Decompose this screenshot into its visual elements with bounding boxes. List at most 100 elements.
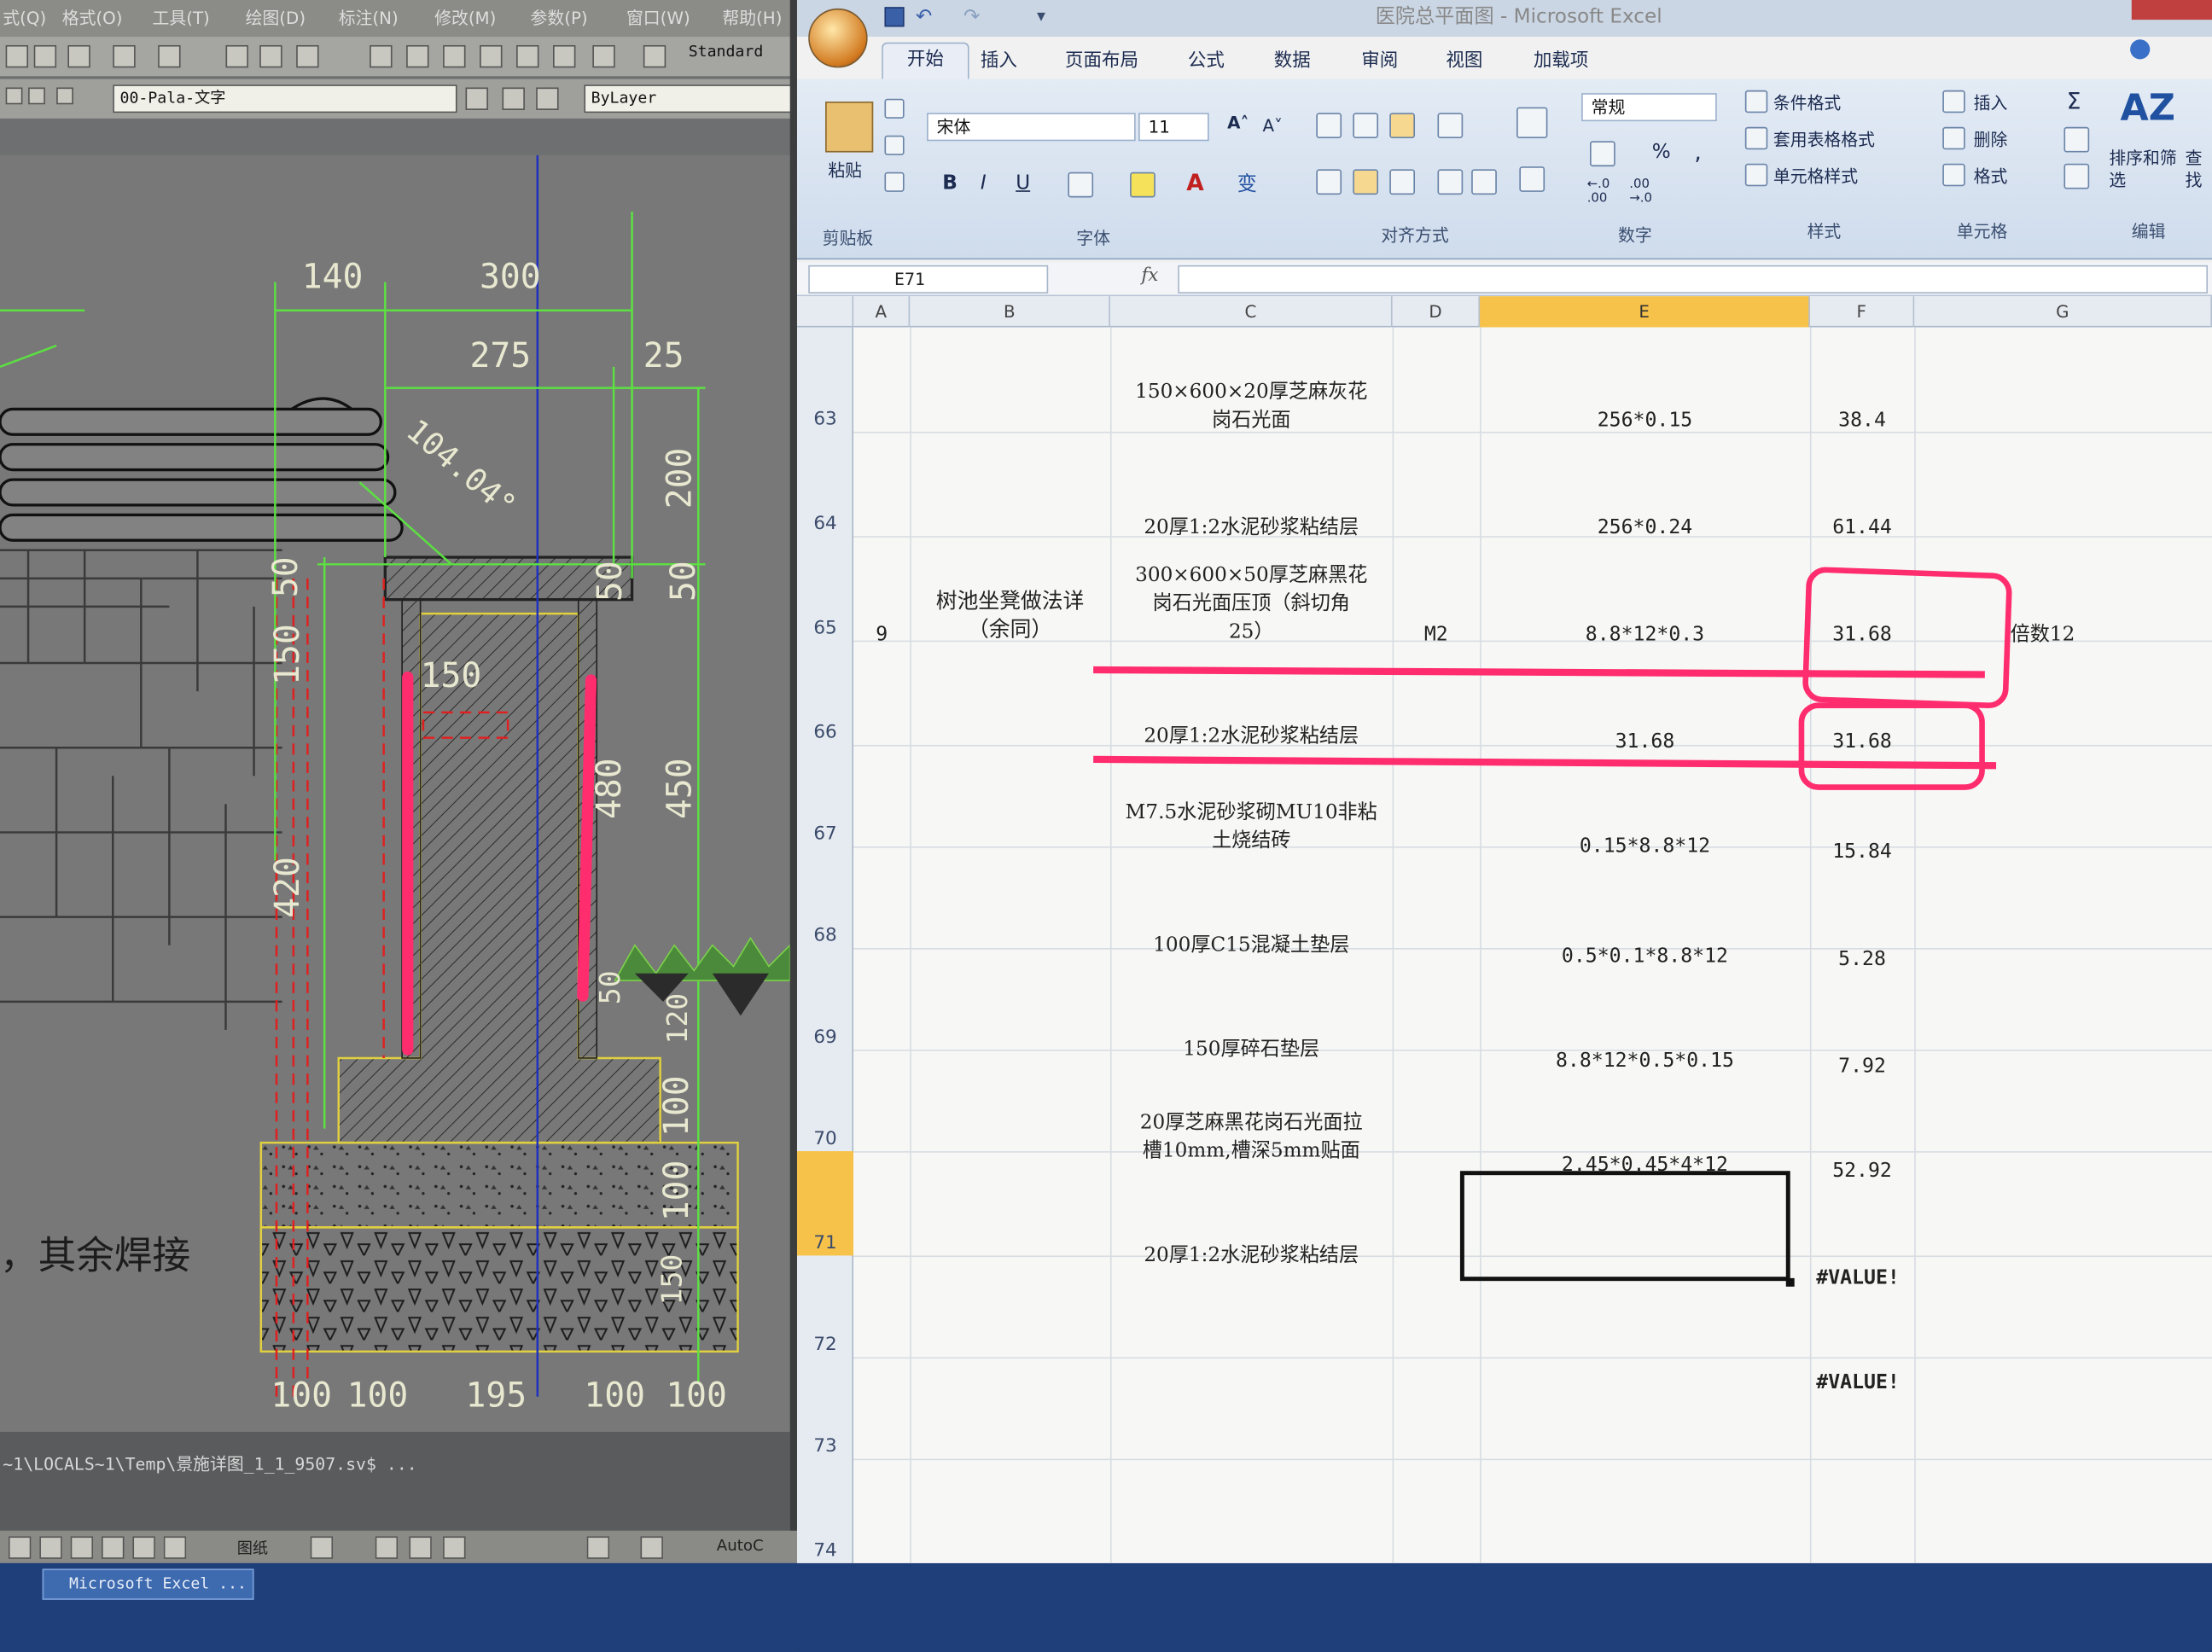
insert-button[interactable]: 插入 bbox=[1974, 90, 2008, 114]
col-header-d[interactable]: D bbox=[1393, 296, 1481, 328]
row-header[interactable]: 66 bbox=[797, 722, 853, 743]
table-format-icon[interactable] bbox=[1744, 126, 1768, 150]
paper-label[interactable]: 图纸 bbox=[237, 1536, 268, 1558]
cell-f69[interactable]: 7.92 bbox=[1810, 1052, 1914, 1080]
annotation-scale-icon[interactable] bbox=[586, 1536, 610, 1559]
undo-icon[interactable] bbox=[67, 44, 90, 68]
fill-color-icon[interactable] bbox=[1130, 172, 1155, 198]
clear-icon[interactable] bbox=[2064, 163, 2090, 189]
font-size-box[interactable]: 11 bbox=[1138, 113, 1209, 142]
wrap-text-icon[interactable] bbox=[1516, 107, 1548, 139]
paste-icon[interactable] bbox=[825, 102, 874, 153]
grid-icon[interactable] bbox=[39, 1536, 62, 1559]
formula-input[interactable] bbox=[1178, 265, 2209, 294]
col-header-f[interactable]: F bbox=[1810, 296, 1915, 328]
active-cell-e71[interactable] bbox=[1459, 1171, 1790, 1282]
cell-e67[interactable]: 0.15*8.8*12 bbox=[1480, 832, 1810, 860]
autosum-button[interactable]: Σ bbox=[2067, 88, 2081, 114]
workspace-icon[interactable] bbox=[640, 1536, 663, 1559]
layer-iso-icon[interactable] bbox=[536, 87, 559, 110]
row-header[interactable]: 72 bbox=[797, 1335, 853, 1356]
cell-c71[interactable]: 20厚1:2水泥砂浆粘结层 bbox=[1110, 1242, 1393, 1270]
cell-g65[interactable]: 倍数12 bbox=[2011, 620, 2151, 649]
cell-f71[interactable]: #VALUE! bbox=[1799, 1264, 1918, 1292]
increase-decimal-button[interactable]: ←.0 .00 bbox=[1587, 177, 1624, 206]
align-middle-icon[interactable] bbox=[1353, 113, 1379, 139]
format-cells-icon[interactable] bbox=[1942, 163, 1965, 187]
taskbar-excel-button[interactable]: Microsoft Excel ... bbox=[42, 1568, 254, 1600]
tab-data[interactable]: 数据 bbox=[1274, 45, 1311, 73]
cell-e63[interactable]: 256*0.15 bbox=[1480, 406, 1810, 434]
command-line[interactable]: ~1\LOCALS~1\Temp\景施详图_1_1_9507.sv$ ... bbox=[0, 1432, 790, 1531]
col-header-b[interactable]: B bbox=[910, 296, 1110, 328]
cell-e65[interactable]: 8.8*12*0.3 bbox=[1480, 620, 1810, 649]
currency-icon[interactable] bbox=[1589, 141, 1615, 167]
align-left-icon[interactable] bbox=[1316, 169, 1342, 195]
sort-filter-button[interactable]: 排序和筛选 bbox=[2109, 147, 2176, 192]
bold-button[interactable]: B bbox=[942, 172, 958, 195]
redo-icon[interactable] bbox=[113, 44, 136, 68]
tab-home[interactable]: 开始 bbox=[882, 42, 969, 79]
italic-button[interactable]: I bbox=[981, 172, 987, 195]
cell-d65[interactable]: M2 bbox=[1393, 620, 1480, 649]
row-header[interactable]: 63 bbox=[797, 409, 853, 430]
border-icon[interactable] bbox=[1068, 172, 1094, 198]
redo-icon[interactable]: ↷ bbox=[963, 6, 980, 28]
tab-review[interactable]: 审阅 bbox=[1361, 45, 1398, 73]
menu-item[interactable]: 参数(P) bbox=[531, 0, 588, 37]
polar-icon[interactable] bbox=[102, 1536, 125, 1559]
sort-filter-icon[interactable]: AZ bbox=[2121, 88, 2175, 136]
format-painter-icon[interactable] bbox=[884, 172, 905, 192]
grow-font-icon[interactable]: A˄ bbox=[1227, 113, 1249, 132]
row-header[interactable]: 71 bbox=[797, 1233, 853, 1254]
menu-item[interactable]: 格式(O) bbox=[62, 0, 123, 37]
steering-icon[interactable] bbox=[443, 1536, 466, 1559]
row-header[interactable]: 69 bbox=[797, 1027, 853, 1049]
menu-item[interactable]: 帮助(H) bbox=[722, 0, 782, 37]
align-center-icon[interactable] bbox=[1353, 169, 1379, 195]
paste-button[interactable]: 粘贴 bbox=[828, 158, 862, 182]
cell-style-button[interactable]: 单元格样式 bbox=[1773, 164, 1858, 188]
col-header-c[interactable]: C bbox=[1110, 296, 1393, 328]
undo-icon[interactable]: ↶ bbox=[916, 6, 932, 28]
design-center-icon[interactable] bbox=[406, 44, 429, 68]
cell-f64[interactable]: 61.44 bbox=[1810, 514, 1914, 542]
zoom-window-icon[interactable] bbox=[259, 44, 282, 68]
fill-handle[interactable] bbox=[1785, 1277, 1795, 1287]
row-header[interactable]: 67 bbox=[797, 824, 853, 846]
cell-c64[interactable]: 20厚1:2水泥砂浆粘结层 bbox=[1110, 514, 1393, 542]
conditional-format-icon[interactable] bbox=[1744, 90, 1768, 113]
menu-item[interactable]: 窗口(W) bbox=[626, 0, 690, 37]
comma-button[interactable]: , bbox=[1694, 138, 1701, 165]
col-header-g[interactable]: G bbox=[1914, 296, 2212, 328]
shrink-font-icon[interactable]: A˅ bbox=[1262, 116, 1283, 136]
cell-f72[interactable]: #VALUE! bbox=[1799, 1369, 1918, 1397]
cell-c69[interactable]: 150厚碎石垫层 bbox=[1110, 1036, 1393, 1064]
menu-item[interactable]: 式(Q) bbox=[3, 0, 46, 37]
cell-c68[interactable]: 100厚C15混凝土垫层 bbox=[1110, 931, 1393, 959]
row-header[interactable]: 68 bbox=[797, 926, 853, 947]
menu-item[interactable]: 修改(M) bbox=[434, 0, 496, 37]
row-header[interactable]: 74 bbox=[797, 1540, 853, 1562]
menu-item[interactable]: 标注(N) bbox=[339, 0, 399, 37]
underline-button[interactable]: U bbox=[1016, 172, 1030, 195]
linetype-combo[interactable]: ByLayer bbox=[584, 84, 796, 113]
decrease-decimal-button[interactable]: .00 →.0 bbox=[1629, 177, 1666, 206]
tab-addins[interactable]: 加载项 bbox=[1534, 45, 1588, 73]
save-icon[interactable] bbox=[33, 44, 57, 68]
office-button[interactable] bbox=[808, 8, 868, 68]
sun-icon[interactable] bbox=[28, 87, 45, 105]
tab-insert[interactable]: 插入 bbox=[981, 45, 1017, 73]
help-icon[interactable] bbox=[2130, 39, 2151, 60]
layer-states-icon[interactable] bbox=[502, 87, 525, 110]
increase-indent-icon[interactable] bbox=[1471, 169, 1497, 195]
cell-e69[interactable]: 8.8*12*0.5*0.15 bbox=[1480, 1047, 1810, 1075]
cell-style-icon[interactable] bbox=[1744, 163, 1768, 187]
align-top-icon[interactable] bbox=[1316, 113, 1342, 139]
lightbulb-icon[interactable] bbox=[5, 87, 23, 105]
osnap-icon[interactable] bbox=[132, 1536, 155, 1559]
help-icon[interactable] bbox=[592, 44, 615, 68]
cell-f63[interactable]: 38.4 bbox=[1810, 406, 1914, 434]
cell-c66[interactable]: 20厚1:2水泥砂浆粘结层 bbox=[1110, 722, 1393, 750]
row-header[interactable]: 65 bbox=[797, 618, 853, 639]
